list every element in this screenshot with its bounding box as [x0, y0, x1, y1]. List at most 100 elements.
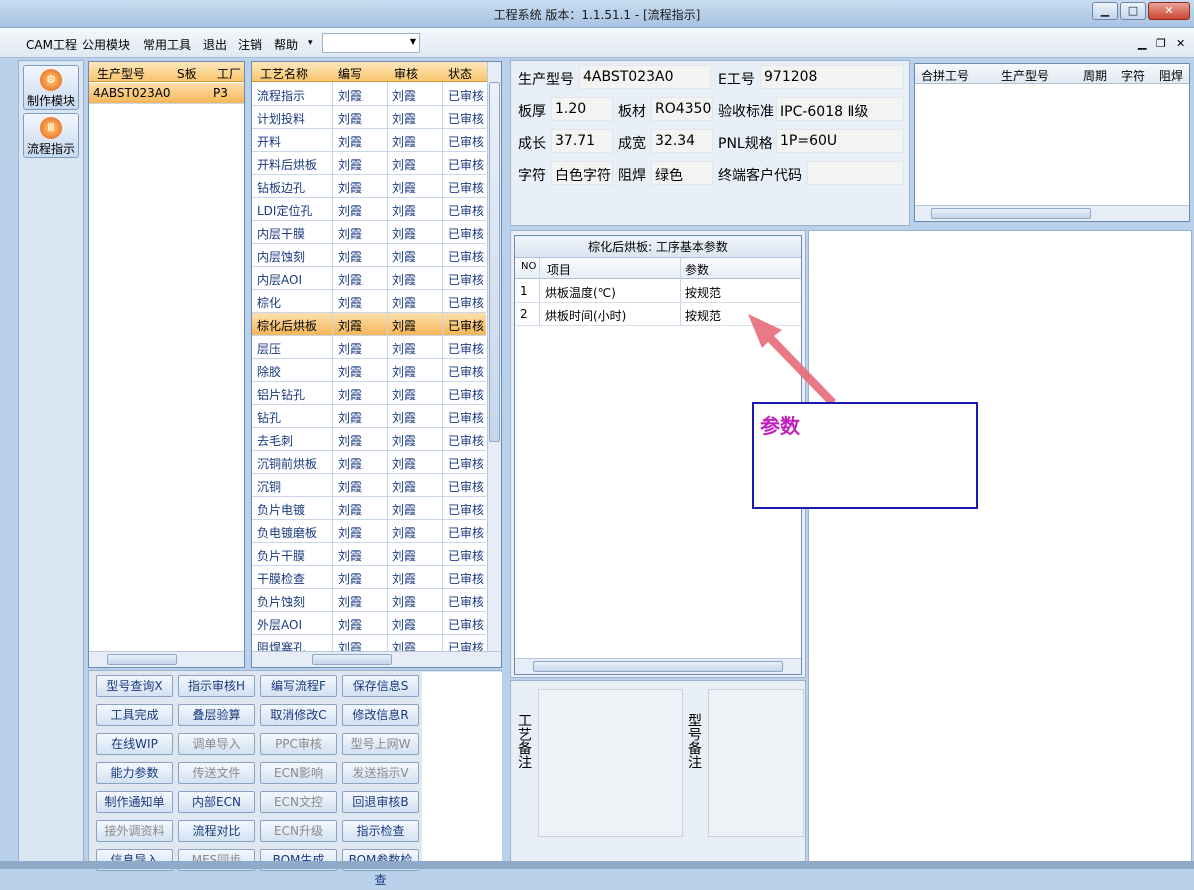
- field-customer-code[interactable]: [807, 161, 904, 185]
- action-button[interactable]: 在线WIP: [96, 733, 173, 755]
- process-row[interactable]: LDI定位孔 刘霞 刘霞 已审核: [252, 198, 486, 221]
- field-thickness[interactable]: 1.20: [551, 97, 613, 121]
- process-row[interactable]: 除胶 刘霞 刘霞 已审核: [252, 359, 486, 382]
- process-row[interactable]: 负片蚀刻 刘霞 刘霞 已审核: [252, 589, 486, 612]
- action-button[interactable]: 流程对比: [178, 820, 255, 842]
- col-header-merge-model[interactable]: 生产型号: [1001, 67, 1049, 84]
- menu-overflow-icon[interactable]: ▾: [308, 38, 313, 48]
- action-button[interactable]: PPC审核: [260, 733, 337, 755]
- scroll-thumb[interactable]: [107, 654, 177, 665]
- make-module-button[interactable]: ⚙ 制作模块: [23, 65, 79, 110]
- process-row[interactable]: 棕化 刘霞 刘霞 已审核: [252, 290, 486, 313]
- menu-exit[interactable]: 退出: [203, 36, 227, 53]
- model-row[interactable]: 4ABST023A0 P3: [89, 83, 244, 104]
- action-button[interactable]: 型号上网W: [342, 733, 419, 755]
- process-row[interactable]: 干膜检查 刘霞 刘霞 已审核: [252, 566, 486, 589]
- process-row[interactable]: 钻板边孔 刘霞 刘霞 已审核: [252, 175, 486, 198]
- menu-common[interactable]: 公用模块: [82, 36, 130, 53]
- field-width[interactable]: 32.34: [651, 129, 713, 153]
- process-row[interactable]: 流程指示 刘霞 刘霞 已审核: [252, 83, 486, 106]
- col-header-model[interactable]: 生产型号: [97, 65, 145, 82]
- process-row[interactable]: 铝片钻孔 刘霞 刘霞 已审核: [252, 382, 486, 405]
- model-grid-hscroll[interactable]: [89, 651, 244, 667]
- menu-cam[interactable]: CAM工程: [26, 36, 77, 53]
- field-e-number[interactable]: 971208: [760, 65, 904, 89]
- process-row[interactable]: 去毛刺 刘霞 刘霞 已审核: [252, 428, 486, 451]
- process-row[interactable]: 内层干膜 刘霞 刘霞 已审核: [252, 221, 486, 244]
- process-row[interactable]: 内层AOI 刘霞 刘霞 已审核: [252, 267, 486, 290]
- action-button[interactable]: 型号查询X: [96, 675, 173, 697]
- action-button[interactable]: 取消修改C: [260, 704, 337, 726]
- process-row[interactable]: 内层蚀刻 刘霞 刘霞 已审核: [252, 244, 486, 267]
- field-material[interactable]: RO4350B: [651, 97, 713, 121]
- action-button[interactable]: 叠层验算: [178, 704, 255, 726]
- process-guide-button[interactable]: Ⅲ 流程指示: [23, 113, 79, 158]
- process-row[interactable]: 开料 刘霞 刘霞 已审核: [252, 129, 486, 152]
- merge-grid-hscroll[interactable]: [915, 205, 1189, 221]
- process-row[interactable]: 棕化后烘板 刘霞 刘霞 已审核: [252, 313, 486, 336]
- param-grid-hscroll[interactable]: [515, 658, 801, 674]
- col-header-process[interactable]: 工艺名称: [260, 65, 308, 82]
- col-header-factory[interactable]: 工厂: [217, 65, 241, 82]
- field-production-model[interactable]: 4ABST023A0: [579, 65, 711, 89]
- process-row[interactable]: 负片干膜 刘霞 刘霞 已审核: [252, 543, 486, 566]
- process-row[interactable]: 开料后烘板 刘霞 刘霞 已审核: [252, 152, 486, 175]
- scroll-thumb[interactable]: [312, 654, 392, 665]
- process-row[interactable]: 负片电镀 刘霞 刘霞 已审核: [252, 497, 486, 520]
- action-button[interactable]: 接外调资料: [96, 820, 173, 842]
- action-button[interactable]: 制作通知单: [96, 791, 173, 813]
- field-char[interactable]: 白色字符: [551, 161, 613, 185]
- field-solder[interactable]: 绿色: [651, 161, 713, 185]
- action-button[interactable]: 修改信息R: [342, 704, 419, 726]
- action-button[interactable]: 指示检查: [342, 820, 419, 842]
- col-header-param[interactable]: 参数: [685, 261, 709, 278]
- field-standard[interactable]: IPC-6018 Ⅱ级: [776, 97, 904, 121]
- field-length[interactable]: 37.71: [551, 129, 613, 153]
- mdi-close-button[interactable]: ✕: [1176, 37, 1185, 50]
- col-header-reviewer[interactable]: 审核: [394, 65, 418, 82]
- close-button[interactable]: ✕: [1148, 2, 1190, 20]
- col-header-status[interactable]: 状态: [448, 65, 472, 82]
- process-grid-vscroll[interactable]: [487, 62, 501, 667]
- process-row[interactable]: 外层AOI 刘霞 刘霞 已审核: [252, 612, 486, 635]
- action-button[interactable]: 调单导入: [178, 733, 255, 755]
- action-button[interactable]: 工具完成: [96, 704, 173, 726]
- action-button[interactable]: 编写流程F: [260, 675, 337, 697]
- process-row[interactable]: 沉铜前烘板 刘霞 刘霞 已审核: [252, 451, 486, 474]
- action-button[interactable]: 回退审核B: [342, 791, 419, 813]
- col-header-writer[interactable]: 编写: [338, 65, 362, 82]
- scroll-thumb[interactable]: [931, 208, 1091, 219]
- mdi-restore-button[interactable]: ❐: [1156, 37, 1166, 50]
- maximize-button[interactable]: □: [1120, 2, 1146, 20]
- menu-tools[interactable]: 常用工具: [143, 36, 191, 53]
- col-header-s[interactable]: S板: [177, 65, 197, 82]
- field-pnl[interactable]: 1P=60U: [776, 129, 904, 153]
- menu-logout[interactable]: 注销: [238, 36, 262, 53]
- process-row[interactable]: 钻孔 刘霞 刘霞 已审核: [252, 405, 486, 428]
- scroll-thumb[interactable]: [533, 661, 783, 672]
- scroll-thumb[interactable]: [489, 82, 500, 442]
- process-row[interactable]: 沉铜 刘霞 刘霞 已审核: [252, 474, 486, 497]
- model-note-field[interactable]: [708, 689, 804, 837]
- col-header-item[interactable]: 项目: [547, 261, 571, 278]
- process-row[interactable]: 层压 刘霞 刘霞 已审核: [252, 336, 486, 359]
- col-header-solder[interactable]: 阻焊: [1159, 67, 1183, 84]
- action-button[interactable]: ECN升级: [260, 820, 337, 842]
- action-button[interactable]: 保存信息S: [342, 675, 419, 697]
- action-button[interactable]: ECN影响: [260, 762, 337, 784]
- menu-help[interactable]: 帮助: [274, 36, 298, 53]
- col-header-no[interactable]: NO: [521, 261, 536, 272]
- minimize-button[interactable]: ▁: [1092, 2, 1118, 20]
- action-button[interactable]: 能力参数: [96, 762, 173, 784]
- process-grid-hscroll[interactable]: [252, 651, 501, 667]
- process-note-field[interactable]: [538, 689, 683, 837]
- action-button[interactable]: 发送指示V: [342, 762, 419, 784]
- col-header-char[interactable]: 字符: [1121, 67, 1145, 84]
- action-button[interactable]: ECN文控: [260, 791, 337, 813]
- process-row[interactable]: 计划投料 刘霞 刘霞 已审核: [252, 106, 486, 129]
- action-button[interactable]: 内部ECN: [178, 791, 255, 813]
- action-button[interactable]: 指示审核H: [178, 675, 255, 697]
- process-row[interactable]: 负电镀磨板 刘霞 刘霞 已审核: [252, 520, 486, 543]
- action-button[interactable]: 传送文件: [178, 762, 255, 784]
- mdi-minimize-button[interactable]: ▁: [1138, 37, 1146, 50]
